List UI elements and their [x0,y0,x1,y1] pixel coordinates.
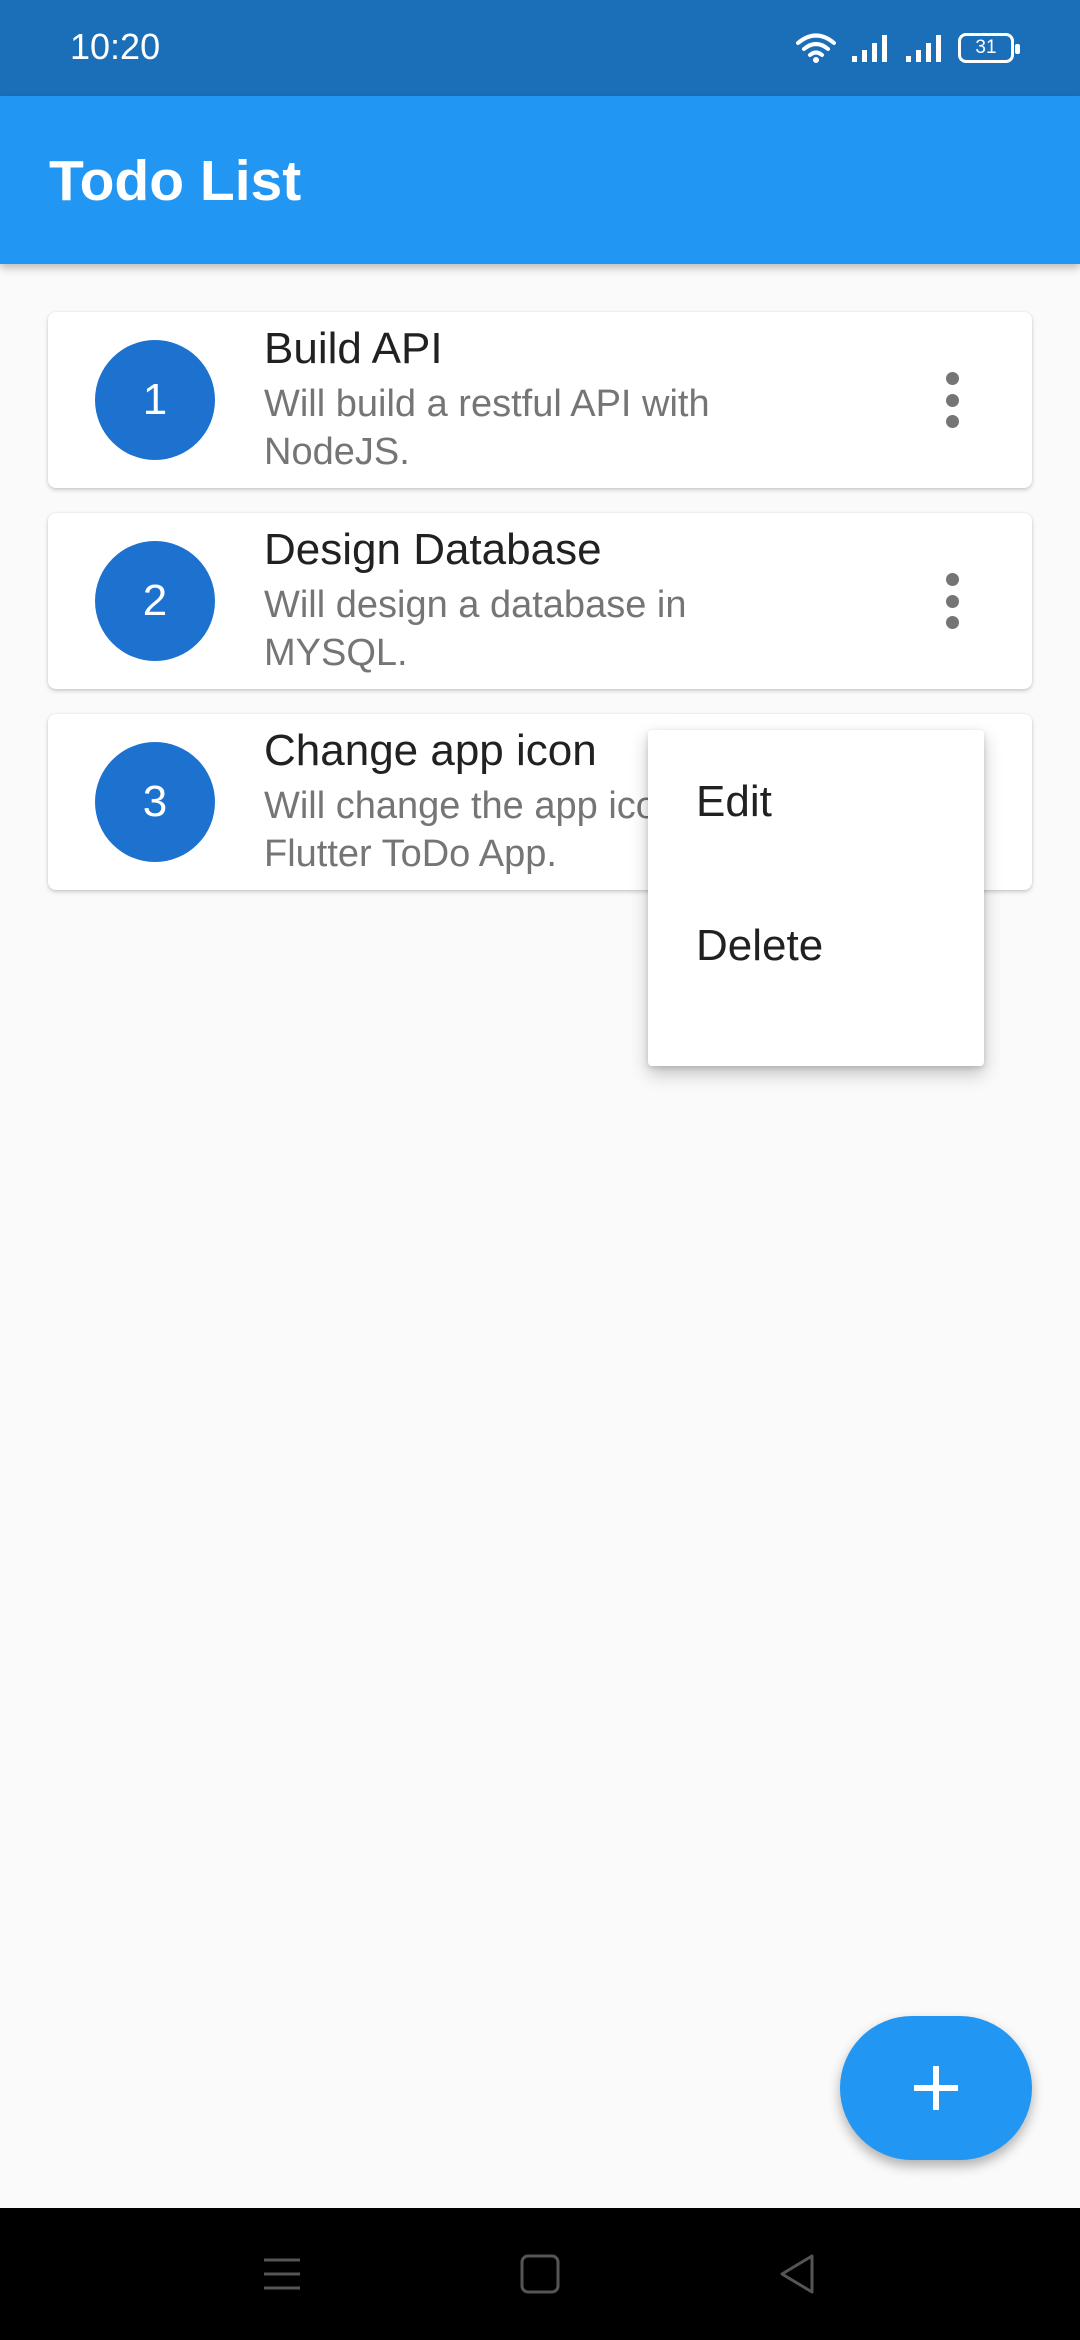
battery-level: 31 [975,37,997,58]
add-todo-button[interactable] [840,2016,1032,2160]
signal-icon [852,35,887,62]
todo-title: Build API [264,324,443,373]
wifi-icon [796,33,836,63]
avatar: 3 [95,742,215,862]
back-icon[interactable] [774,2250,822,2298]
navigation-bar [0,2208,1080,2340]
more-options-icon[interactable] [944,573,960,629]
menu-icon[interactable] [258,2250,306,2298]
battery-icon: 31 [958,33,1020,63]
avatar: 2 [95,541,215,661]
todo-title: Change app icon [264,726,597,775]
popup-menu: Edit Delete [648,730,984,1066]
todo-card[interactable]: 2 Design Database Will design a database… [48,513,1032,689]
status-bar: 10:20 31 [0,0,1080,96]
status-time: 10:20 [70,26,161,67]
todo-description: Will build a restful API with NodeJS. [264,383,710,473]
signal-icon [906,35,941,62]
plus-icon [914,2066,958,2110]
status-icons: 31 [796,30,1020,66]
screen: 10:20 31 Todo List 1 Build API Will buil… [0,0,1080,2340]
home-icon[interactable] [516,2250,564,2298]
todo-title: Design Database [264,525,602,574]
more-options-icon[interactable] [944,372,960,428]
todo-card[interactable]: 1 Build API Will build a restful API wit… [48,312,1032,488]
app-bar: Todo List [0,96,1080,264]
avatar: 1 [95,340,215,460]
page-title: Todo List [49,149,302,213]
edit-menu-item[interactable]: Edit [648,754,984,850]
todo-description: Will design a database in MYSQL. [264,584,687,674]
delete-menu-item[interactable]: Delete [648,898,984,994]
